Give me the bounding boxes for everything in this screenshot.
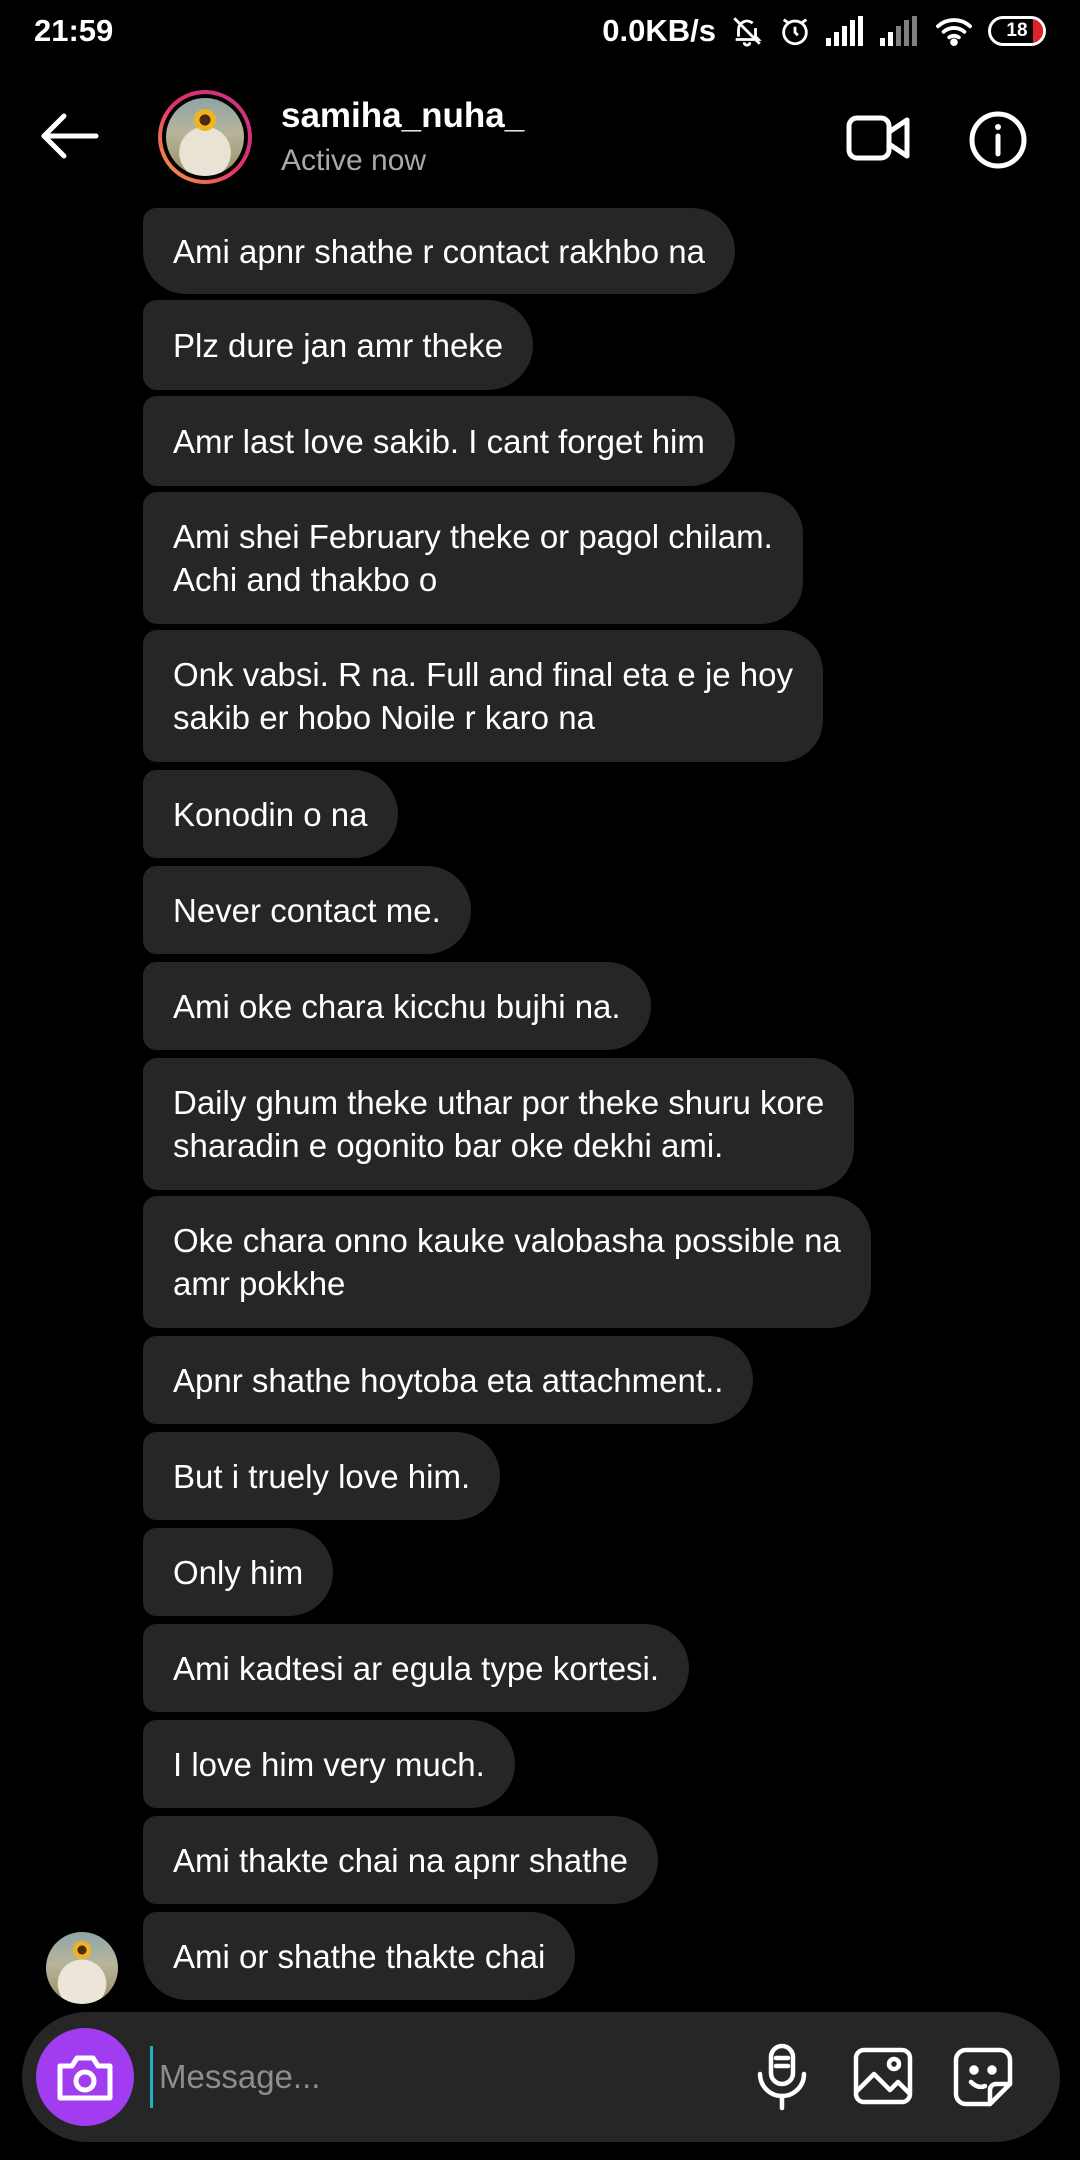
sticker-button[interactable]: [952, 2046, 1014, 2108]
battery-icon: 18: [988, 16, 1046, 46]
message-bubble[interactable]: Only him: [143, 1528, 334, 1616]
signal-icon: [826, 16, 866, 46]
message-bubble[interactable]: Amr last love sakib. I cant forget him: [143, 396, 735, 486]
message-bubble[interactable]: Never contact me.: [143, 866, 471, 954]
microphone-icon: [757, 2043, 807, 2111]
message-bubble[interactable]: But i truely love him.: [143, 1432, 501, 1520]
message-bubble[interactable]: I love him very much.: [143, 1720, 515, 1808]
gallery-button[interactable]: [852, 2046, 914, 2106]
battery-level: 18: [1006, 20, 1028, 41]
message-bubble[interactable]: Ami thakte chai na apnr shathe: [143, 1816, 658, 1904]
message-bubble[interactable]: Oke chara onno kauke valobasha possible …: [143, 1196, 871, 1328]
info-icon: [969, 111, 1027, 169]
signal-icon-2: [880, 16, 920, 46]
status-bar: 21:59 0.0KB/s 18: [0, 0, 1080, 62]
voice-message-button[interactable]: [752, 2042, 812, 2112]
arrow-left-icon: [41, 113, 99, 159]
message-bubble[interactable]: Apnr shathe hoytoba eta attachment..: [143, 1336, 754, 1424]
message-bubble[interactable]: Ami kadtesi ar egula type kortesi.: [143, 1624, 690, 1712]
info-button[interactable]: [968, 110, 1028, 170]
chat-user-status: Active now: [281, 144, 427, 177]
status-icons: 0.0KB/s 18: [602, 13, 1046, 49]
alarm-icon: [778, 14, 812, 48]
video-call-button[interactable]: [846, 110, 910, 166]
message-bubble[interactable]: Ami or shathe thakte chai: [143, 1912, 576, 2000]
image-icon: [853, 2047, 913, 2105]
message-bubble[interactable]: Ami shei February theke or pagol chilam.…: [143, 492, 803, 624]
network-speed: 0.0KB/s: [602, 13, 716, 48]
message-list[interactable]: Ami apnr shathe r contact rakhbo na Plz …: [0, 208, 1080, 2008]
message-bubble[interactable]: Ami apnr shathe r contact rakhbo na: [143, 208, 735, 294]
message-composer: [22, 2012, 1060, 2142]
message-bubble[interactable]: Onk vabsi. R na. Full and final eta e je…: [143, 630, 824, 762]
chat-header: samiha_nuha_ Active now: [0, 68, 1080, 248]
message-bubble[interactable]: Daily ghum theke uthar por theke shuru k…: [143, 1058, 855, 1190]
wifi-icon: [934, 15, 974, 47]
video-camera-icon: [846, 115, 910, 161]
back-button[interactable]: [38, 110, 100, 162]
sticker-icon: [953, 2047, 1013, 2107]
status-time: 21:59: [34, 13, 114, 48]
chat-username[interactable]: samiha_nuha_: [281, 96, 524, 136]
message-bubble[interactable]: Ami oke chara kicchu bujhi na.: [143, 962, 651, 1050]
camera-icon: [57, 2055, 113, 2101]
message-bubble[interactable]: Plz dure jan amr theke: [143, 300, 534, 390]
message-bubble[interactable]: Konodin o na: [143, 770, 398, 858]
profile-avatar[interactable]: [158, 90, 252, 184]
camera-button[interactable]: [36, 2028, 134, 2126]
mute-icon: [730, 14, 764, 48]
sender-avatar[interactable]: [46, 1932, 118, 2004]
message-input[interactable]: [150, 2046, 730, 2108]
